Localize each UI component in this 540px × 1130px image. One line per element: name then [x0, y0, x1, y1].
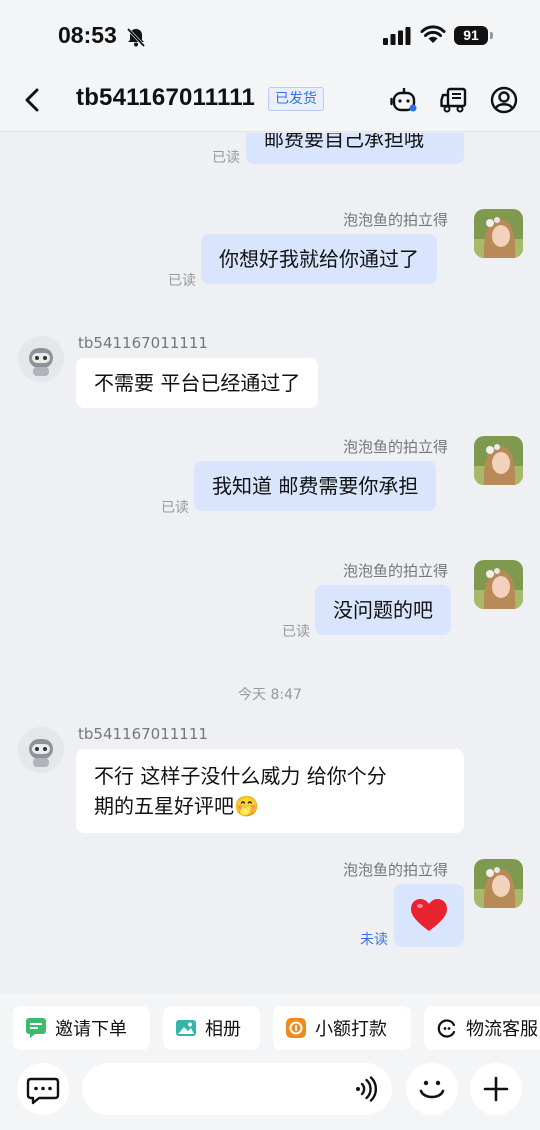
sender-name: tb541167011111 [78, 725, 208, 743]
message-timestamp: 今天 8:47 [238, 687, 302, 703]
invite-order-button[interactable]: 邀请下单 [13, 1006, 150, 1050]
avatar[interactable] [18, 727, 64, 773]
avatar[interactable] [474, 436, 523, 485]
avatar[interactable] [474, 859, 523, 908]
avatar[interactable] [474, 209, 523, 258]
profile-icon[interactable] [490, 86, 518, 114]
message-text: 你想好我就给你通过了 [219, 247, 419, 271]
chat-title: tb541167011111 [76, 84, 256, 111]
quick-action-label: 相册 [205, 1019, 241, 1040]
message-text-line: 期的五星好评吧 [94, 794, 234, 818]
message-text: 邮费要自己承担哦 [264, 133, 424, 151]
chat-mode-button[interactable] [17, 1063, 69, 1115]
avatar-girl-image [474, 859, 523, 908]
chat-header: tb541167011111 已发货 [0, 70, 540, 132]
emoji-icon: 🤭 [234, 794, 259, 818]
quick-action-label: 小额打款 [315, 1019, 387, 1040]
read-status: 已读 [168, 273, 196, 289]
status-time: 08:53 [58, 22, 117, 48]
heart-icon [411, 899, 447, 931]
read-status: 已读 [282, 624, 310, 640]
album-icon [176, 1020, 196, 1036]
quick-action-label: 物流客服 [466, 1019, 538, 1040]
avatar-robot-image [18, 336, 64, 382]
voice-icon[interactable] [352, 1076, 378, 1102]
message-input-row [0, 1063, 540, 1119]
album-button[interactable]: 相册 [163, 1006, 260, 1050]
chat-bubble-icon [26, 1077, 60, 1105]
order-status-badge: 已发货 [268, 87, 324, 111]
cellular-signal-icon [383, 27, 411, 45]
read-status: 已读 [212, 150, 240, 166]
message-input[interactable] [82, 1063, 392, 1115]
message-text-line: 不行 这样子没什么威力 给你个分 [94, 764, 387, 788]
plus-icon [483, 1076, 509, 1102]
emoji-button[interactable] [406, 1063, 458, 1115]
sender-name: 泡泡鱼的拍立得 [343, 562, 449, 580]
more-button[interactable] [470, 1063, 522, 1115]
chevron-left-icon[interactable] [20, 85, 46, 115]
truck-icon[interactable] [440, 86, 468, 114]
message-bubble-incoming[interactable]: 不行 这样子没什么威力 给你个分 期的五星好评吧🤭 [76, 749, 464, 833]
avatar[interactable] [18, 336, 64, 382]
battery-indicator: 91 [454, 26, 488, 45]
message-text: 我知道 邮费需要你承担 [212, 474, 419, 498]
sender-name: 泡泡鱼的拍立得 [343, 211, 449, 229]
avatar[interactable] [474, 560, 523, 609]
avatar-girl-image [474, 436, 523, 485]
robot-icon[interactable] [390, 86, 418, 114]
logistics-service-button[interactable]: 物流客服 [424, 1006, 540, 1050]
message-text: 没问题的吧 [333, 598, 433, 622]
wifi-icon [420, 25, 446, 43]
sender-name: 泡泡鱼的拍立得 [343, 861, 449, 879]
invite-order-icon [26, 1018, 46, 1038]
avatar-girl-image [474, 209, 523, 258]
battery-tip [490, 32, 493, 39]
message-bubble-outgoing[interactable]: 你想好我就给你通过了 [201, 234, 437, 284]
emoji-icon [419, 1080, 445, 1099]
sender-name: 泡泡鱼的拍立得 [343, 438, 449, 456]
message-text: 不需要 平台已经通过了 [94, 371, 301, 395]
message-bubble-outgoing[interactable]: 我知道 邮费需要你承担 [194, 461, 437, 511]
logistics-service-icon [437, 1019, 456, 1038]
message-bubble-outgoing[interactable] [394, 884, 464, 947]
small-payment-icon [286, 1018, 306, 1038]
avatar-robot-image [18, 727, 64, 773]
status-bar: 08:53 91 [0, 0, 540, 70]
avatar-girl-image [474, 560, 523, 609]
chat-message-list[interactable]: 邮费要自己承担哦 已读 泡泡鱼的拍立得 你想好我就给你通过了 已读 tb5411… [0, 133, 540, 993]
unread-status: 未读 [360, 932, 388, 948]
message-bubble-outgoing[interactable]: 没问题的吧 [315, 585, 451, 635]
chat-toolbar: 邀请下单 相册 小额打款 物流客服 [0, 993, 540, 1130]
sender-name: tb541167011111 [78, 334, 208, 352]
message-bubble-incoming[interactable]: 不需要 平台已经通过了 [76, 358, 319, 408]
quick-action-label: 邀请下单 [55, 1019, 127, 1040]
small-payment-button[interactable]: 小额打款 [273, 1006, 411, 1050]
message-bubble-outgoing[interactable]: 邮费要自己承担哦 [246, 133, 464, 164]
read-status: 已读 [161, 500, 189, 516]
bell-muted-icon [126, 27, 146, 48]
